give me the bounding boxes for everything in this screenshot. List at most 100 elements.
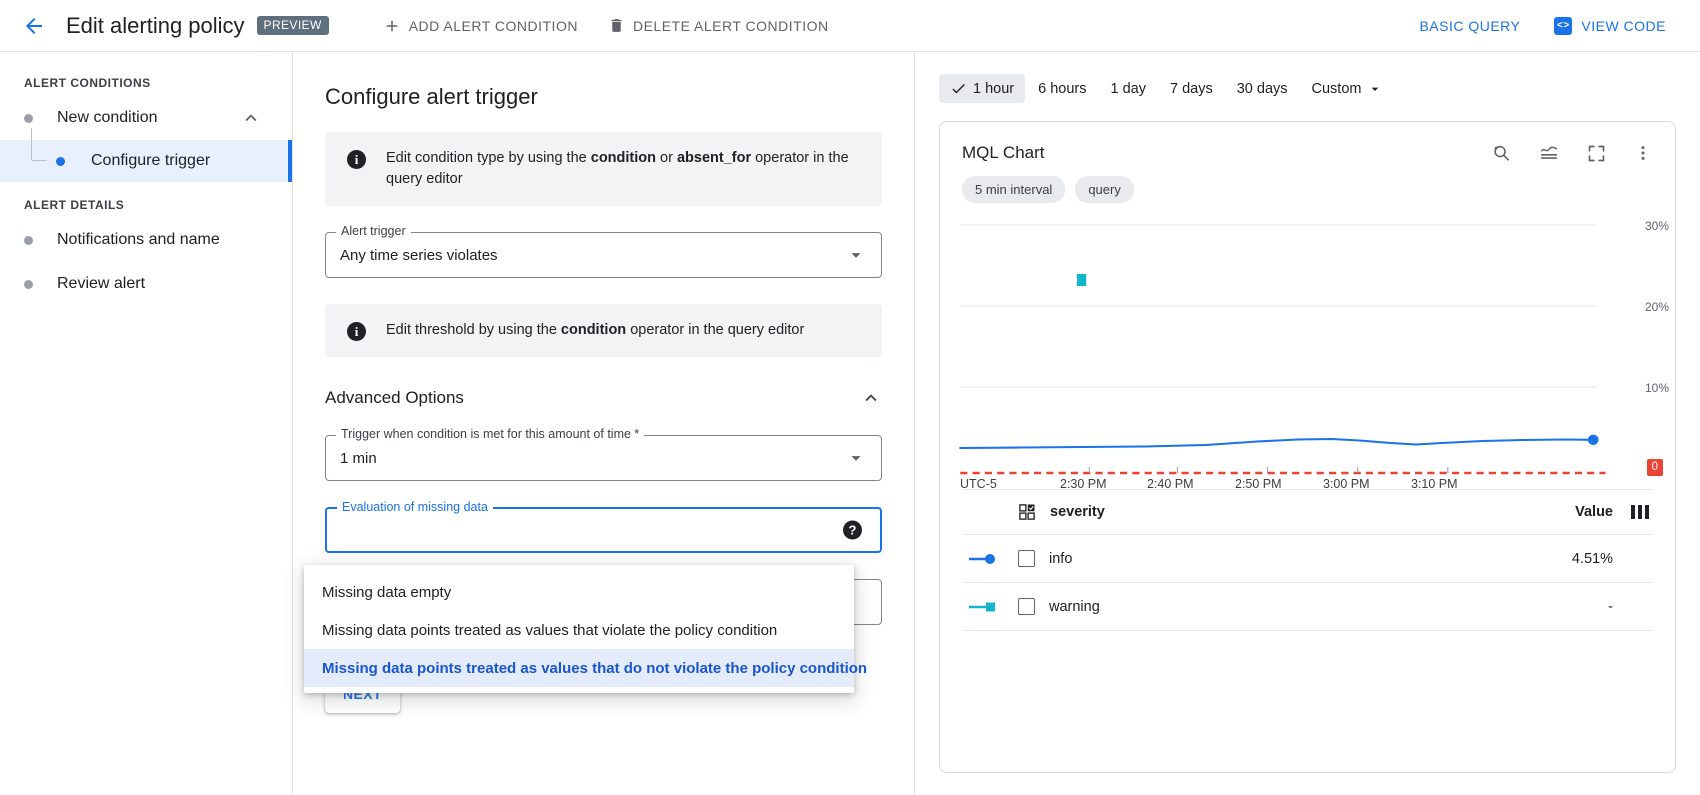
duration-label: Trigger when condition is met for this a…: [336, 428, 644, 441]
time-range-label: 30 days: [1237, 81, 1288, 97]
threshold-badge: 0: [1647, 459, 1663, 476]
fullscreen-icon[interactable]: [1586, 143, 1607, 164]
chevron-up-icon[interactable]: [240, 107, 262, 129]
x-tick-2: 2:50 PM: [1235, 477, 1282, 491]
info-banner-text: Edit threshold by using the condition op…: [386, 320, 804, 341]
sidebar-item-configure-trigger[interactable]: Configure trigger: [0, 140, 292, 182]
chevron-up-icon[interactable]: [860, 387, 882, 409]
y-tick-30: 30%: [1645, 219, 1669, 233]
arrow-left-icon: [22, 14, 46, 38]
app-root: Edit alerting policy PREVIEW ADD ALERT C…: [0, 0, 1700, 795]
sidebar-item-label: Review alert: [57, 275, 145, 293]
legend-row-value: -: [1523, 599, 1613, 615]
columns-icon[interactable]: [1613, 505, 1653, 519]
alert-trigger-select[interactable]: Alert trigger Any time series violates: [325, 232, 882, 278]
basic-query-label: BASIC QUERY: [1419, 18, 1520, 34]
chart-toolbar: [1490, 142, 1653, 164]
trash-icon: [608, 17, 625, 34]
view-code-label: VIEW CODE: [1581, 18, 1666, 34]
chip-query[interactable]: query: [1075, 176, 1134, 203]
status-dot: [24, 236, 33, 245]
mql-chart-card: MQL Chart: [939, 121, 1676, 773]
chart-title: MQL Chart: [962, 143, 1045, 163]
time-range-6-hours[interactable]: 6 hours: [1027, 75, 1097, 103]
zoom-reset-icon[interactable]: [1490, 142, 1512, 164]
status-dot: [24, 114, 33, 123]
sidebar-subitem-label: Configure trigger: [91, 152, 210, 170]
back-button[interactable]: [12, 4, 56, 48]
legend-checkbox-warning[interactable]: [1018, 598, 1035, 615]
add-alert-condition-button[interactable]: ADD ALERT CONDITION: [371, 9, 590, 43]
sidebar-item-notifications-and-name[interactable]: Notifications and name: [0, 218, 292, 262]
info-icon: i: [347, 322, 366, 341]
more-vert-icon[interactable]: [1633, 143, 1653, 163]
status-dot-active: [56, 157, 65, 166]
x-tick-4: 3:10 PM: [1411, 477, 1458, 491]
chart-style-icon[interactable]: [1538, 142, 1560, 164]
y-tick-10: 10%: [1645, 381, 1669, 395]
missing-data-select[interactable]: Evaluation of missing data: [325, 507, 882, 553]
timezone-label: UTC-5: [960, 477, 997, 491]
advanced-options-title: Advanced Options: [325, 388, 464, 408]
missing-data-options-menu[interactable]: Missing data empty Missing data points t…: [304, 565, 854, 693]
code-icon: <>: [1554, 17, 1572, 35]
chart-header: MQL Chart: [940, 122, 1675, 164]
chart-panel: 1 hour 6 hours 1 day 7 days 30 days Cust…: [915, 52, 1700, 795]
plus-icon: [383, 17, 401, 35]
page-title: Edit alerting policy: [66, 13, 245, 39]
topbar-actions: ADD ALERT CONDITION DELETE ALERT CONDITI…: [371, 9, 841, 43]
legend-col-value: Value: [1523, 504, 1613, 520]
chevron-down-icon[interactable]: [845, 244, 867, 266]
select-all-icon[interactable]: [1018, 503, 1040, 521]
missing-data-field: Evaluation of missing data ?: [325, 507, 882, 553]
chart-svg: [950, 211, 1667, 489]
legend-row-name: warning: [1049, 599, 1523, 615]
topbar-right-actions: BASIC QUERY <> VIEW CODE: [1407, 9, 1678, 43]
chevron-down-icon[interactable]: [845, 447, 867, 469]
legend-col-severity: severity: [1050, 504, 1523, 520]
menu-item-missing-data-not-violate[interactable]: Missing data points treated as values th…: [304, 649, 854, 687]
sidebar: ALERT CONDITIONS New condition Configure…: [0, 52, 293, 795]
menu-item-missing-data-empty[interactable]: Missing data empty: [304, 573, 854, 611]
duration-select[interactable]: Trigger when condition is met for this a…: [325, 435, 882, 481]
chip-interval[interactable]: 5 min interval: [962, 176, 1065, 203]
time-range-label: 7 days: [1170, 81, 1213, 97]
view-code-button[interactable]: <> VIEW CODE: [1542, 9, 1678, 43]
legend-checkbox-info[interactable]: [1018, 550, 1035, 567]
sidebar-item-label: Notifications and name: [57, 231, 220, 249]
time-range-1-hour[interactable]: 1 hour: [939, 74, 1025, 103]
tree-connector: [31, 128, 47, 161]
time-range-7-days[interactable]: 7 days: [1159, 75, 1224, 103]
menu-item-missing-data-violate[interactable]: Missing data points treated as values th…: [304, 611, 854, 649]
chart-legend-table: severity Value info 4.51%: [962, 489, 1653, 631]
time-range-1-day[interactable]: 1 day: [1100, 75, 1157, 103]
alert-trigger-field: Alert trigger Any time series violates: [325, 232, 882, 278]
x-tick-3: 3:00 PM: [1323, 477, 1370, 491]
configure-trigger-panel: Configure alert trigger i Edit condition…: [293, 52, 915, 795]
alert-trigger-value: Any time series violates: [340, 247, 498, 264]
legend-header-row: severity Value: [962, 489, 1653, 535]
advanced-options-header[interactable]: Advanced Options: [325, 387, 882, 409]
info-icon: i: [347, 150, 366, 169]
table-row[interactable]: warning -: [962, 583, 1653, 631]
table-row[interactable]: info 4.51%: [962, 535, 1653, 583]
delete-alert-condition-button[interactable]: DELETE ALERT CONDITION: [596, 9, 841, 42]
time-range-custom[interactable]: Custom: [1301, 75, 1395, 103]
add-alert-condition-label: ADD ALERT CONDITION: [409, 18, 578, 34]
alert-trigger-label: Alert trigger: [336, 225, 411, 238]
legend-swatch-warning: [962, 600, 1018, 614]
sidebar-item-review-alert[interactable]: Review alert: [0, 262, 292, 306]
help-circle-icon[interactable]: ?: [843, 521, 862, 540]
chevron-down-icon: [1367, 81, 1383, 97]
time-range-label: Custom: [1312, 81, 1362, 97]
basic-query-button[interactable]: BASIC QUERY: [1407, 10, 1532, 42]
legend-row-name: info: [1049, 551, 1523, 567]
duration-value: 1 min: [340, 450, 377, 467]
info-banner-threshold: i Edit threshold by using the condition …: [325, 304, 882, 357]
duration-field: Trigger when condition is met for this a…: [325, 435, 882, 481]
y-tick-20: 20%: [1645, 300, 1669, 314]
x-tick-0: 2:30 PM: [1060, 477, 1107, 491]
time-range-30-days[interactable]: 30 days: [1226, 75, 1299, 103]
time-range-selector: 1 hour 6 hours 1 day 7 days 30 days Cust…: [939, 74, 1676, 103]
status-dot: [24, 280, 33, 289]
